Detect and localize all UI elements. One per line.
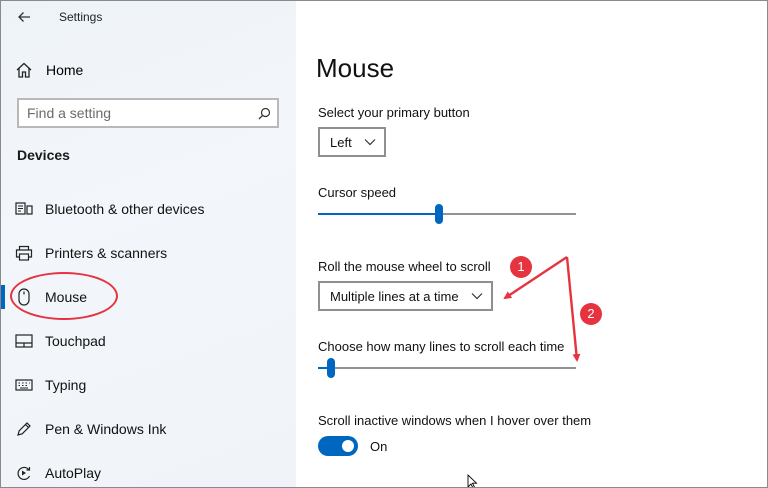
- home-label: Home: [46, 62, 84, 78]
- printer-icon: [15, 244, 33, 262]
- autoplay-icon: [15, 464, 33, 482]
- sidebar-item-autoplay[interactable]: AutoPlay: [1, 453, 296, 487]
- primary-button-value: Left: [330, 134, 352, 150]
- home-icon: [16, 62, 32, 78]
- primary-button-label: Select your primary button: [318, 105, 470, 120]
- inactive-scroll-toggle[interactable]: [318, 436, 358, 456]
- sidebar-item-label: Touchpad: [45, 333, 106, 349]
- chevron-down-icon: [471, 290, 483, 302]
- toggle-state-label: On: [370, 439, 388, 454]
- pen-icon: [15, 420, 33, 438]
- back-arrow-icon: [18, 12, 30, 22]
- wheel-scroll-label: Roll the mouse wheel to scroll: [318, 259, 491, 274]
- search-icon[interactable]: [253, 102, 275, 124]
- annotation-callout-2: 2: [580, 303, 602, 325]
- cursor-speed-slider[interactable]: [318, 204, 576, 224]
- wheel-scroll-dropdown[interactable]: Multiple lines at a time: [318, 281, 493, 311]
- bluetooth-devices-icon: [15, 200, 33, 218]
- sidebar-item-label: Typing: [45, 377, 87, 393]
- home-nav-item[interactable]: Home: [15, 57, 83, 83]
- back-button[interactable]: [11, 5, 37, 29]
- title-bar: Settings: [1, 1, 296, 33]
- sidebar-item-pen[interactable]: Pen & Windows Ink: [1, 409, 296, 449]
- toggle-knob: [342, 440, 354, 452]
- sidebar-item-label: Printers & scanners: [45, 245, 168, 261]
- main-content: Mouse Select your primary button Left Cu…: [296, 1, 767, 487]
- sidebar-item-printers[interactable]: Printers & scanners: [1, 233, 296, 273]
- annotation-ellipse: [10, 272, 118, 320]
- slider-thumb[interactable]: [435, 204, 443, 224]
- selection-indicator: [1, 285, 5, 309]
- lines-to-scroll-label: Choose how many lines to scroll each tim…: [318, 339, 565, 354]
- keyboard-icon: [15, 376, 33, 394]
- page-title: Mouse: [316, 53, 395, 83]
- annotation-callout-1: 1: [510, 256, 532, 278]
- sidebar-item-touchpad[interactable]: Touchpad: [1, 321, 296, 361]
- search-input[interactable]: [19, 101, 253, 125]
- app-title: Settings: [59, 10, 103, 24]
- inactive-scroll-label: Scroll inactive windows when I hover ove…: [318, 413, 592, 428]
- slider-track: [318, 367, 576, 369]
- sidebar-item-typing[interactable]: Typing: [1, 365, 296, 405]
- wheel-scroll-value: Multiple lines at a time: [330, 288, 459, 304]
- sidebar: Settings Home Devices: [1, 1, 296, 487]
- sidebar-item-label: AutoPlay: [45, 465, 102, 481]
- search-box[interactable]: [17, 98, 279, 128]
- chevron-down-icon: [364, 136, 376, 148]
- sidebar-item-bluetooth[interactable]: Bluetooth & other devices: [1, 189, 296, 229]
- primary-button-dropdown[interactable]: Left: [318, 127, 386, 157]
- slider-fill: [318, 213, 439, 215]
- lines-to-scroll-slider[interactable]: [318, 358, 576, 378]
- sidebar-item-label: Bluetooth & other devices: [45, 201, 205, 217]
- sidebar-item-label: Pen & Windows Ink: [45, 421, 167, 437]
- cursor-speed-label: Cursor speed: [318, 185, 397, 200]
- touchpad-icon: [15, 332, 33, 350]
- settings-window: Settings Home Devices: [0, 0, 768, 488]
- slider-thumb[interactable]: [327, 358, 335, 378]
- section-title-devices: Devices: [17, 147, 70, 163]
